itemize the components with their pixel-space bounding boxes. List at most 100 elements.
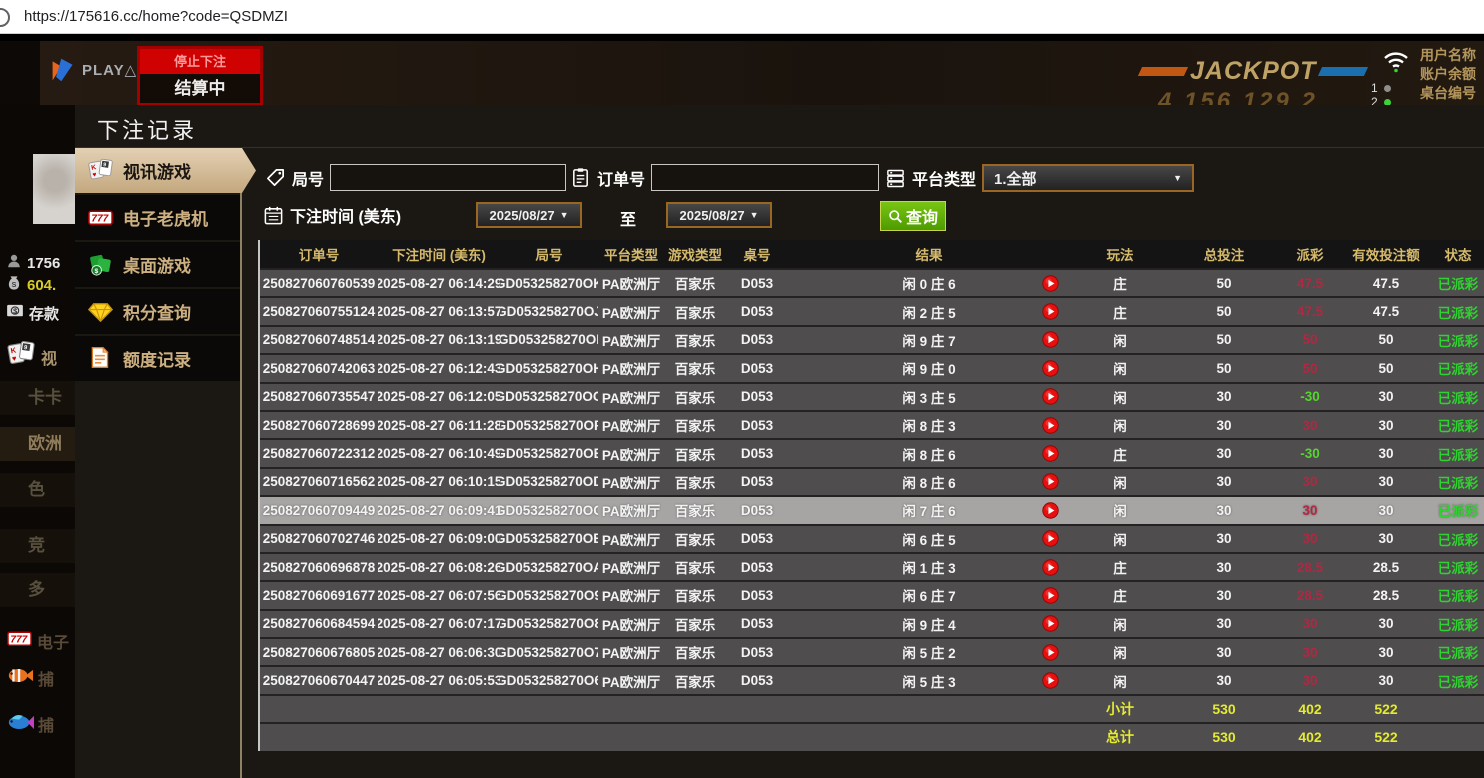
replay-video-button[interactable] bbox=[1030, 582, 1070, 608]
cell-payout: 50 bbox=[1278, 355, 1342, 381]
cell-payout: 30 bbox=[1278, 412, 1342, 438]
cell-status: 已派彩 bbox=[1430, 298, 1484, 324]
table-row[interactable]: 2508270607027462025-08-27 06:09:00GD0532… bbox=[260, 524, 1484, 552]
replay-video-button[interactable] bbox=[1030, 440, 1070, 466]
menu-item-table-games[interactable]: $桌面游戏 bbox=[75, 242, 241, 287]
table-row[interactable]: 2508270607605392025-08-27 06:14:29GD0532… bbox=[260, 268, 1484, 296]
replay-video-button[interactable] bbox=[1030, 355, 1070, 381]
lobby-game-label: 捕 bbox=[38, 712, 54, 736]
col-header-round_no: 局号 bbox=[500, 240, 598, 268]
col-header-game_type: 游戏类型 bbox=[664, 240, 726, 268]
menu-item-video-games[interactable]: K♥9视讯游戏 bbox=[75, 148, 256, 193]
cell-payout: -30 bbox=[1278, 440, 1342, 466]
round-input[interactable] bbox=[330, 164, 566, 191]
calendar-icon bbox=[263, 205, 284, 226]
search-button[interactable]: 查询 bbox=[880, 201, 946, 231]
platform-select[interactable]: 1.全部 ▼ bbox=[982, 164, 1194, 192]
replay-video-button[interactable] bbox=[1030, 497, 1070, 523]
table-row[interactable]: 2508270607355472025-08-27 06:12:05GD0532… bbox=[260, 382, 1484, 410]
cell-table_no: D053 bbox=[726, 554, 788, 580]
cell-total_bet: 30 bbox=[1170, 384, 1278, 410]
reload-icon[interactable] bbox=[0, 8, 10, 27]
svg-text:777: 777 bbox=[10, 634, 28, 645]
account-info-labels: 用户名称 账户余额 桌台编号 bbox=[1420, 46, 1476, 103]
lobby-game-item[interactable]: 捕 bbox=[6, 711, 54, 737]
table-row[interactable]: 2508270606916772025-08-27 06:07:56GD0532… bbox=[260, 580, 1484, 608]
cell-game_type: 百家乐 bbox=[664, 355, 726, 381]
cell-round_no: GD053258270OD bbox=[500, 469, 598, 495]
lobby-tab[interactable]: 多 bbox=[0, 573, 75, 607]
order-input[interactable] bbox=[651, 164, 879, 191]
date-from-select[interactable]: 2025/08/27 ▼ bbox=[476, 202, 582, 228]
deposit-row[interactable]: $ 存款 bbox=[6, 303, 59, 324]
replay-video-button[interactable] bbox=[1030, 270, 1070, 296]
cell-round_no: GD053258270O7 bbox=[500, 639, 598, 665]
subtotal-result bbox=[788, 696, 1030, 722]
menu-item-points-inquiry[interactable]: 积分查询 bbox=[75, 289, 241, 334]
table-row[interactable]: 2508270607485142025-08-27 06:13:19GD0532… bbox=[260, 325, 1484, 353]
menu-item-quota-records[interactable]: 额度记录 bbox=[75, 336, 241, 381]
replay-video-button[interactable] bbox=[1030, 327, 1070, 353]
replay-video-button[interactable] bbox=[1030, 526, 1070, 552]
clownfish-icon bbox=[6, 665, 34, 691]
bet-table-body: 2508270607605392025-08-27 06:14:29GD0532… bbox=[260, 268, 1484, 694]
table-row[interactable]: 2508270607286992025-08-27 06:11:28GD0532… bbox=[260, 410, 1484, 438]
cell-game_type: 百家乐 bbox=[664, 611, 726, 637]
balance-label: 账户余额 bbox=[1420, 65, 1476, 84]
replay-video-button[interactable] bbox=[1030, 667, 1070, 693]
replay-video-button[interactable] bbox=[1030, 412, 1070, 438]
time-label: 下注时间 (美东) bbox=[290, 203, 401, 227]
cell-order_no: 250827060702746 bbox=[260, 526, 378, 552]
cell-game_type: 百家乐 bbox=[664, 639, 726, 665]
cell-valid_bet: 30 bbox=[1342, 667, 1430, 693]
cell-valid_bet: 50 bbox=[1342, 355, 1430, 381]
col-header-status: 状态 bbox=[1430, 240, 1484, 268]
round-filter: 局号 bbox=[265, 164, 566, 191]
table-row[interactable]: 2508270606768052025-08-27 06:06:30GD0532… bbox=[260, 637, 1484, 665]
cell-valid_bet: 30 bbox=[1342, 526, 1430, 552]
table-row[interactable]: 2508270607094492025-08-27 06:09:41GD0532… bbox=[260, 495, 1484, 523]
jackpot-orange-bar bbox=[1138, 67, 1188, 76]
grand-total-total_bet: 530 bbox=[1170, 724, 1278, 750]
menu-item-slot-machines[interactable]: 777电子老虎机 bbox=[75, 195, 241, 240]
slot-777-icon: 777 bbox=[6, 625, 33, 657]
cell-status: 已派彩 bbox=[1430, 611, 1484, 637]
cell-table_no: D053 bbox=[726, 440, 788, 466]
table-row[interactable]: 2508270607420632025-08-27 06:12:43GD0532… bbox=[260, 353, 1484, 381]
cell-bet_time: 2025-08-27 06:09:00 bbox=[378, 526, 500, 552]
table-row[interactable]: 2508270606845942025-08-27 06:07:17GD0532… bbox=[260, 609, 1484, 637]
table-row[interactable]: 2508270606704472025-08-27 06:05:53GD0532… bbox=[260, 665, 1484, 693]
settling-label: 结算中 bbox=[140, 74, 260, 103]
cell-order_no: 250827060676805 bbox=[260, 639, 378, 665]
cell-payout: 30 bbox=[1278, 611, 1342, 637]
cell-valid_bet: 30 bbox=[1342, 384, 1430, 410]
lobby-game-item[interactable]: 777电子 bbox=[6, 625, 69, 657]
cell-valid_bet: 30 bbox=[1342, 639, 1430, 665]
browser-address-bar[interactable]: https://175616.cc/home?code=QSDMZI bbox=[0, 0, 1484, 34]
cell-platform: PA欧洲厅 bbox=[598, 355, 664, 381]
lobby-tab[interactable]: 欧洲 bbox=[0, 427, 75, 461]
table-row[interactable]: 2508270607551242025-08-27 06:13:57GD0532… bbox=[260, 296, 1484, 324]
video-row[interactable]: K♥9 视 bbox=[6, 339, 57, 374]
replay-video-button[interactable] bbox=[1030, 554, 1070, 580]
lobby-tab[interactable]: 卡卡 bbox=[0, 381, 75, 415]
user-avatar[interactable] bbox=[33, 154, 75, 224]
table-row[interactable]: 2508270606968782025-08-27 06:08:26GD0532… bbox=[260, 552, 1484, 580]
replay-video-button[interactable] bbox=[1030, 384, 1070, 410]
replay-video-button[interactable] bbox=[1030, 298, 1070, 324]
cell-status: 已派彩 bbox=[1430, 469, 1484, 495]
col-header-table_no: 桌号 bbox=[726, 240, 788, 268]
lobby-tab[interactable]: 竞 bbox=[0, 529, 75, 563]
replay-video-button[interactable] bbox=[1030, 639, 1070, 665]
replay-video-button[interactable] bbox=[1030, 469, 1070, 495]
cell-round_no: GD053258270OB bbox=[500, 526, 598, 552]
lobby-tab[interactable]: 色 bbox=[0, 473, 75, 507]
table-row[interactable]: 2508270607165622025-08-27 06:10:15GD0532… bbox=[260, 467, 1484, 495]
replay-video-button[interactable] bbox=[1030, 611, 1070, 637]
table-row[interactable]: 2508270607223122025-08-27 06:10:49GD0532… bbox=[260, 438, 1484, 466]
cell-table_no: D053 bbox=[726, 667, 788, 693]
lobby-game-item[interactable]: 捕 bbox=[6, 665, 54, 691]
cell-platform: PA欧洲厅 bbox=[598, 611, 664, 637]
search-button-label: 查询 bbox=[906, 204, 938, 228]
date-to-select[interactable]: 2025/08/27 ▼ bbox=[666, 202, 772, 228]
